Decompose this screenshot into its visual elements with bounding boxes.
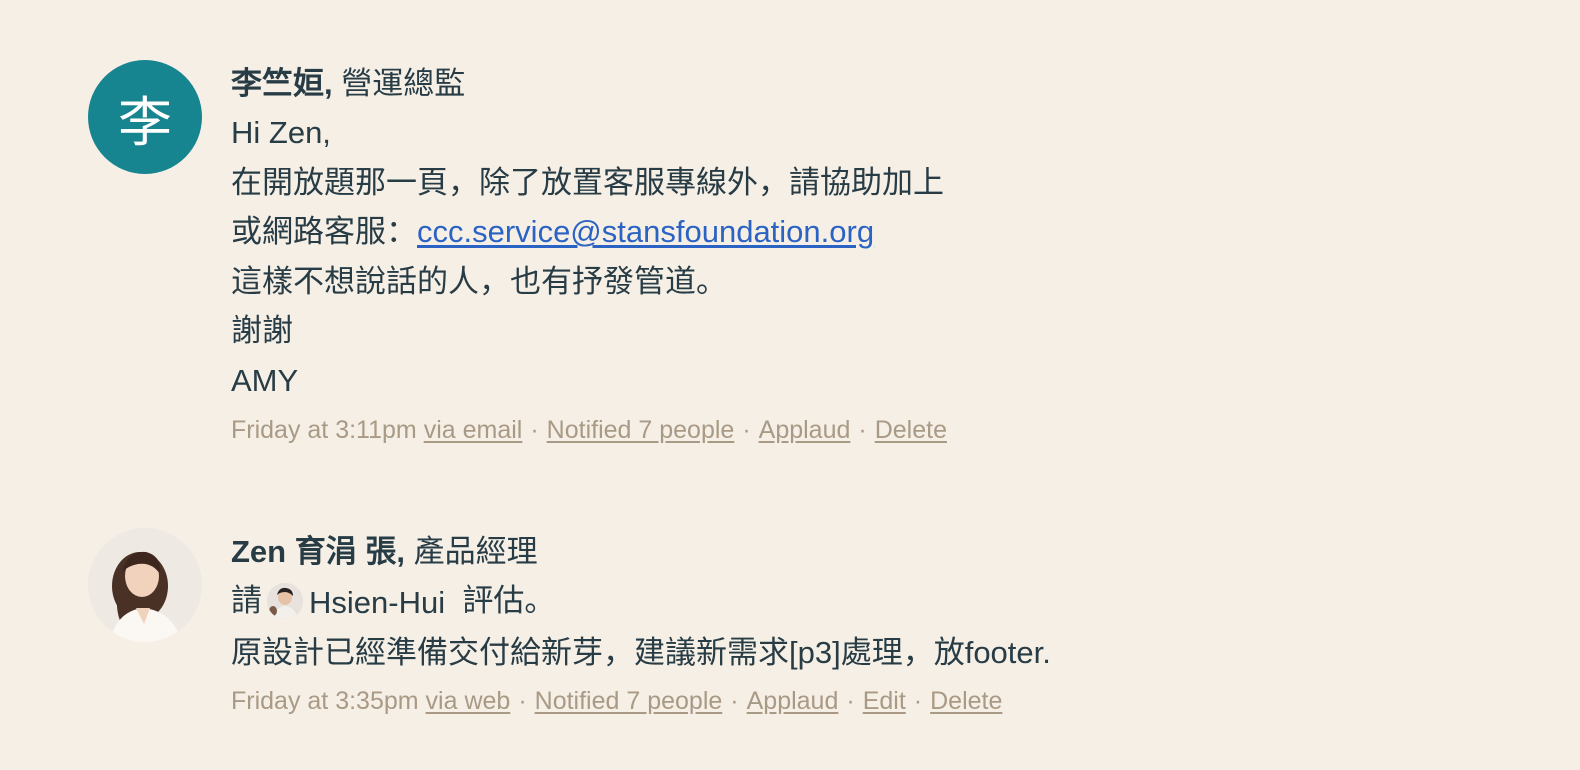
comment-line: AMY bbox=[231, 362, 299, 398]
comment-timestamp: Friday at 3:11pm bbox=[231, 415, 417, 444]
applaud-button[interactable]: Applaud bbox=[759, 416, 851, 444]
author-name[interactable]: 李竺姮, bbox=[231, 66, 333, 101]
comment-line: 這樣不想說話的人，也有抒發管道。 bbox=[231, 263, 727, 299]
separator-dot: · bbox=[846, 687, 855, 716]
author-avatar[interactable]: 李 bbox=[88, 60, 202, 174]
separator-dot: · bbox=[913, 687, 923, 716]
separator-dot: · bbox=[742, 415, 751, 444]
comment-text: 請 bbox=[231, 583, 262, 618]
author-title: 營運總監 bbox=[341, 66, 466, 101]
via-email-link[interactable]: via email bbox=[424, 416, 523, 444]
author-title: 產品經理 bbox=[413, 534, 538, 569]
delete-button[interactable]: Delete bbox=[875, 416, 947, 444]
comment-author: 李竺姮, 營運總監 bbox=[231, 60, 1431, 108]
applaud-button[interactable]: Applaud bbox=[747, 687, 839, 715]
separator-dot: · bbox=[518, 687, 527, 716]
avatar-letter: 李 bbox=[118, 90, 172, 154]
separator-dot: · bbox=[730, 687, 739, 716]
notified-people-link[interactable]: Notified 7 people bbox=[535, 687, 723, 715]
user-mention[interactable]: Hsien-Hui bbox=[262, 578, 445, 628]
notified-people-link[interactable]: Notified 7 people bbox=[547, 416, 735, 444]
comment-timestamp: Friday at 3:35pm bbox=[231, 687, 419, 716]
comment-content: 李竺姮, 營運總監 Hi Zen, 在開放題那一頁，除了放置客服專線外，請協助加… bbox=[231, 60, 1431, 445]
comment-line: 或網路客服：ccc.service@stansfoundation.org bbox=[231, 207, 1431, 257]
delete-button[interactable]: Delete bbox=[930, 687, 1002, 715]
separator-dot: · bbox=[858, 415, 867, 444]
author-avatar[interactable] bbox=[88, 528, 202, 642]
comment-meta: Friday at 3:11pm via email · Notified 7 pe… bbox=[231, 416, 1431, 445]
comment-line: Hi Zen, bbox=[231, 115, 331, 150]
comment-author: Zen 育涓 張, 產品經理 bbox=[231, 528, 1431, 576]
comment-content: Zen 育涓 張, 產品經理 請 Hsien-Hui 評估。 原設計已經準備交付給… bbox=[231, 528, 1431, 716]
comment-text: 評估。 bbox=[462, 583, 556, 618]
edit-button[interactable]: Edit bbox=[863, 687, 906, 715]
separator-dot: · bbox=[530, 415, 539, 444]
comment-line: 請 Hsien-Hui 評估。 bbox=[231, 576, 1431, 628]
email-link[interactable]: ccc.service@stansfoundation.org bbox=[417, 214, 874, 249]
author-name[interactable]: Zen 育涓 張, bbox=[231, 534, 405, 569]
comment-line: 在開放題那一頁，除了放置客服專線外，請協助加上 bbox=[231, 164, 944, 200]
via-web-link[interactable]: via web bbox=[426, 687, 511, 715]
comment-line: 原設計已經準備交付給新芽，建議新需求[p3]處理，放footer. bbox=[231, 634, 1051, 670]
user-photo-avatar-icon bbox=[88, 528, 202, 642]
comment-line: 謝謝 bbox=[231, 313, 293, 349]
mention-avatar-icon bbox=[267, 582, 303, 619]
mention-name[interactable]: Hsien-Hui bbox=[309, 578, 445, 628]
comment-meta: Friday at 3:35pm via web · Notified 7 peop… bbox=[231, 687, 1431, 716]
comment-text: 或網路客服： bbox=[231, 214, 417, 250]
